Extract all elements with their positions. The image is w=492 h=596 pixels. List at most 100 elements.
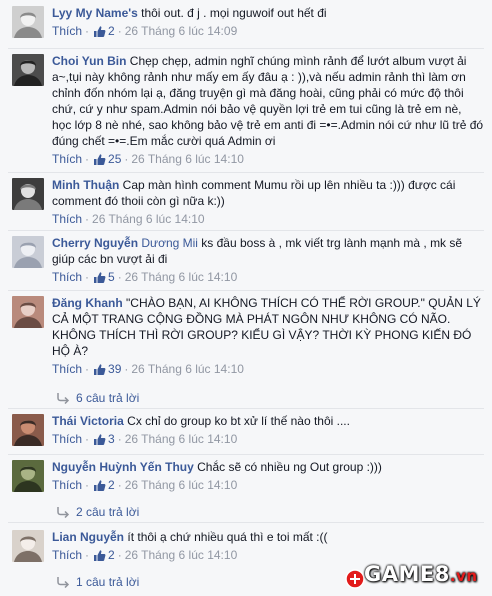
comment-body: Minh Thuận Cap màn hình comment Mumu rồi… — [52, 177, 484, 227]
like-thumb-icon — [93, 271, 106, 288]
comment-text: Choi Yun Bin Chẹp chẹp, admin nghĩ chúng… — [52, 53, 484, 149]
reply-arrow-icon — [56, 506, 70, 522]
comment-body: Cherry Nguyễn Dương Mii ks đầu boss à , … — [52, 235, 484, 288]
avatar-photo-icon — [12, 296, 44, 328]
comment-meta: Thích · 39 · 26 Tháng 6 lúc 14:10 — [52, 361, 484, 380]
like-thumb-icon — [93, 25, 106, 42]
like-link[interactable]: Thích — [52, 362, 82, 376]
separator-dot: · — [117, 478, 122, 492]
comment-divider — [8, 48, 484, 49]
comment-author[interactable]: Nguyễn Huỳnh Yến Thuy — [52, 460, 194, 474]
comment-timestamp[interactable]: 26 Tháng 6 lúc 14:10 — [125, 270, 238, 284]
like-count[interactable]: 25 — [108, 152, 121, 166]
comment-author[interactable]: Choi Yun Bin — [52, 54, 126, 68]
comment-author[interactable]: Lian Nguyễn — [52, 530, 124, 544]
comment-message: thôi out. đ j . mọi nguwoif out hết đi — [141, 6, 327, 20]
comment-meta: Thích · 5 · 26 Tháng 6 lúc 14:10 — [52, 269, 484, 288]
comment-text: Nguyễn Huỳnh Yến Thuy Chắc sẽ có nhiều n… — [52, 459, 484, 475]
tagged-user[interactable]: Dương Mii — [141, 236, 198, 250]
comment-item: Nguyễn Huỳnh Yến Thuy Chắc sẽ có nhiều n… — [0, 456, 492, 502]
like-count[interactable]: 2 — [108, 548, 115, 562]
comment-timestamp[interactable]: 26 Tháng 6 lúc 14:10 — [125, 548, 238, 562]
comment-text: Lyy My Name's thôi out. đ j . mọi nguwoi… — [52, 5, 484, 21]
view-replies-link[interactable]: 1 câu trả lời — [56, 574, 139, 592]
comment-message: Cx chỉ do group ko bt xử lí thế nào thôi… — [127, 414, 350, 428]
separator-dot: · — [85, 152, 90, 166]
like-count[interactable]: 2 — [108, 24, 115, 38]
like-count[interactable]: 3 — [108, 432, 115, 446]
avatar-photo-icon — [12, 414, 44, 446]
comment-meta: Thích · 26 Tháng 6 lúc 14:10 — [52, 211, 484, 227]
replies-count: 2 câu trả lời — [76, 505, 140, 519]
comment-item: Cherry Nguyễn Dương Mii ks đầu boss à , … — [0, 232, 492, 290]
comment-body: Nguyễn Huỳnh Yến Thuy Chắc sẽ có nhiều n… — [52, 459, 484, 496]
comment-timestamp[interactable]: 26 Tháng 6 lúc 14:10 — [131, 362, 244, 376]
comment-author[interactable]: Đăng Khanh — [52, 296, 123, 310]
avatar[interactable] — [12, 414, 44, 446]
comment-message: Chắc sẽ có nhiều ng Out group :))) — [197, 460, 382, 474]
like-thumb-icon — [93, 153, 106, 170]
comment-message: ít thôi ạ chứ nhiều quá thì e toi mất :(… — [127, 530, 328, 544]
comment-timestamp[interactable]: 26 Tháng 6 lúc 14:10 — [131, 152, 244, 166]
comment-item: Choi Yun Bin Chẹp chẹp, admin nghĩ chúng… — [0, 50, 492, 172]
like-thumb-icon — [93, 363, 106, 380]
replies-count: 1 câu trả lời — [76, 575, 140, 589]
separator-dot: · — [117, 270, 122, 284]
like-link[interactable]: Thích — [52, 24, 82, 38]
comment-meta: Thích · 25 · 26 Tháng 6 lúc 14:10 — [52, 151, 484, 170]
comment-meta: Thích · 2 · 26 Tháng 6 lúc 14:09 — [52, 23, 484, 42]
like-thumb-icon — [93, 549, 106, 566]
comment-divider — [8, 230, 484, 231]
comment-timestamp[interactable]: 26 Tháng 6 lúc 14:10 — [125, 432, 238, 446]
avatar[interactable] — [12, 54, 44, 86]
replies-count: 6 câu trả lời — [76, 391, 140, 405]
comment-body: Lyy My Name's thôi out. đ j . mọi nguwoi… — [52, 5, 484, 42]
comment-author[interactable]: Lyy My Name's — [52, 6, 138, 20]
like-link[interactable]: Thích — [52, 270, 82, 284]
avatar-photo-icon — [12, 460, 44, 492]
gamepad-icon — [345, 569, 365, 589]
avatar[interactable] — [12, 530, 44, 562]
comment-meta: Thích · 2 · 26 Tháng 6 lúc 14:10 — [52, 477, 484, 496]
comment-text: Minh Thuận Cap màn hình comment Mumu rồi… — [52, 177, 484, 209]
like-link[interactable]: Thích — [52, 432, 82, 446]
comment-author[interactable]: Thái Victoria — [52, 414, 124, 428]
separator-dot: · — [117, 432, 122, 446]
comment-item: Đăng Khanh "CHÀO BẠN, AI KHÔNG THÍCH CÓ … — [0, 292, 492, 388]
watermark-text: GAME8.vn — [364, 562, 478, 586]
like-thumb-icon — [93, 433, 106, 450]
like-count[interactable]: 2 — [108, 478, 115, 492]
comment-timestamp[interactable]: 26 Tháng 6 lúc 14:09 — [125, 24, 238, 38]
separator-dot: · — [117, 548, 122, 562]
like-link[interactable]: Thích — [52, 478, 82, 492]
avatar-photo-icon — [12, 54, 44, 86]
avatar[interactable] — [12, 178, 44, 210]
separator-dot: · — [85, 270, 90, 284]
separator-dot: · — [124, 362, 129, 376]
like-link[interactable]: Thích — [52, 152, 82, 166]
avatar[interactable] — [12, 296, 44, 328]
comment-text: Lian Nguyễn ít thôi ạ chứ nhiều quá thì … — [52, 529, 484, 545]
view-replies-link[interactable]: 6 câu trả lời — [56, 390, 139, 408]
comment-item: Lyy My Name's thôi out. đ j . mọi nguwoi… — [0, 4, 492, 50]
like-link[interactable]: Thích — [52, 548, 82, 562]
reply-arrow-icon — [56, 392, 70, 408]
comment-author[interactable]: Cherry Nguyễn — [52, 236, 138, 250]
comment-timestamp[interactable]: 26 Tháng 6 lúc 14:10 — [92, 212, 205, 226]
separator-dot: · — [85, 432, 90, 446]
comment-text: Đăng Khanh "CHÀO BẠN, AI KHÔNG THÍCH CÓ … — [52, 295, 484, 359]
avatar[interactable] — [12, 236, 44, 268]
separator-dot: · — [85, 478, 90, 492]
comment-body: Đăng Khanh "CHÀO BẠN, AI KHÔNG THÍCH CÓ … — [52, 295, 484, 380]
like-thumb-icon — [93, 479, 106, 496]
comment-body: Thái Victoria Cx chỉ do group ko bt xử l… — [52, 413, 484, 450]
avatar[interactable] — [12, 6, 44, 38]
like-count[interactable]: 5 — [108, 270, 115, 284]
like-count[interactable]: 39 — [108, 362, 121, 376]
comment-divider — [8, 522, 484, 523]
comment-author[interactable]: Minh Thuận — [52, 178, 119, 192]
avatar[interactable] — [12, 460, 44, 492]
like-link[interactable]: Thích — [52, 212, 82, 226]
comment-timestamp[interactable]: 26 Tháng 6 lúc 14:10 — [125, 478, 238, 492]
view-replies-link[interactable]: 2 câu trả lời — [56, 504, 139, 522]
